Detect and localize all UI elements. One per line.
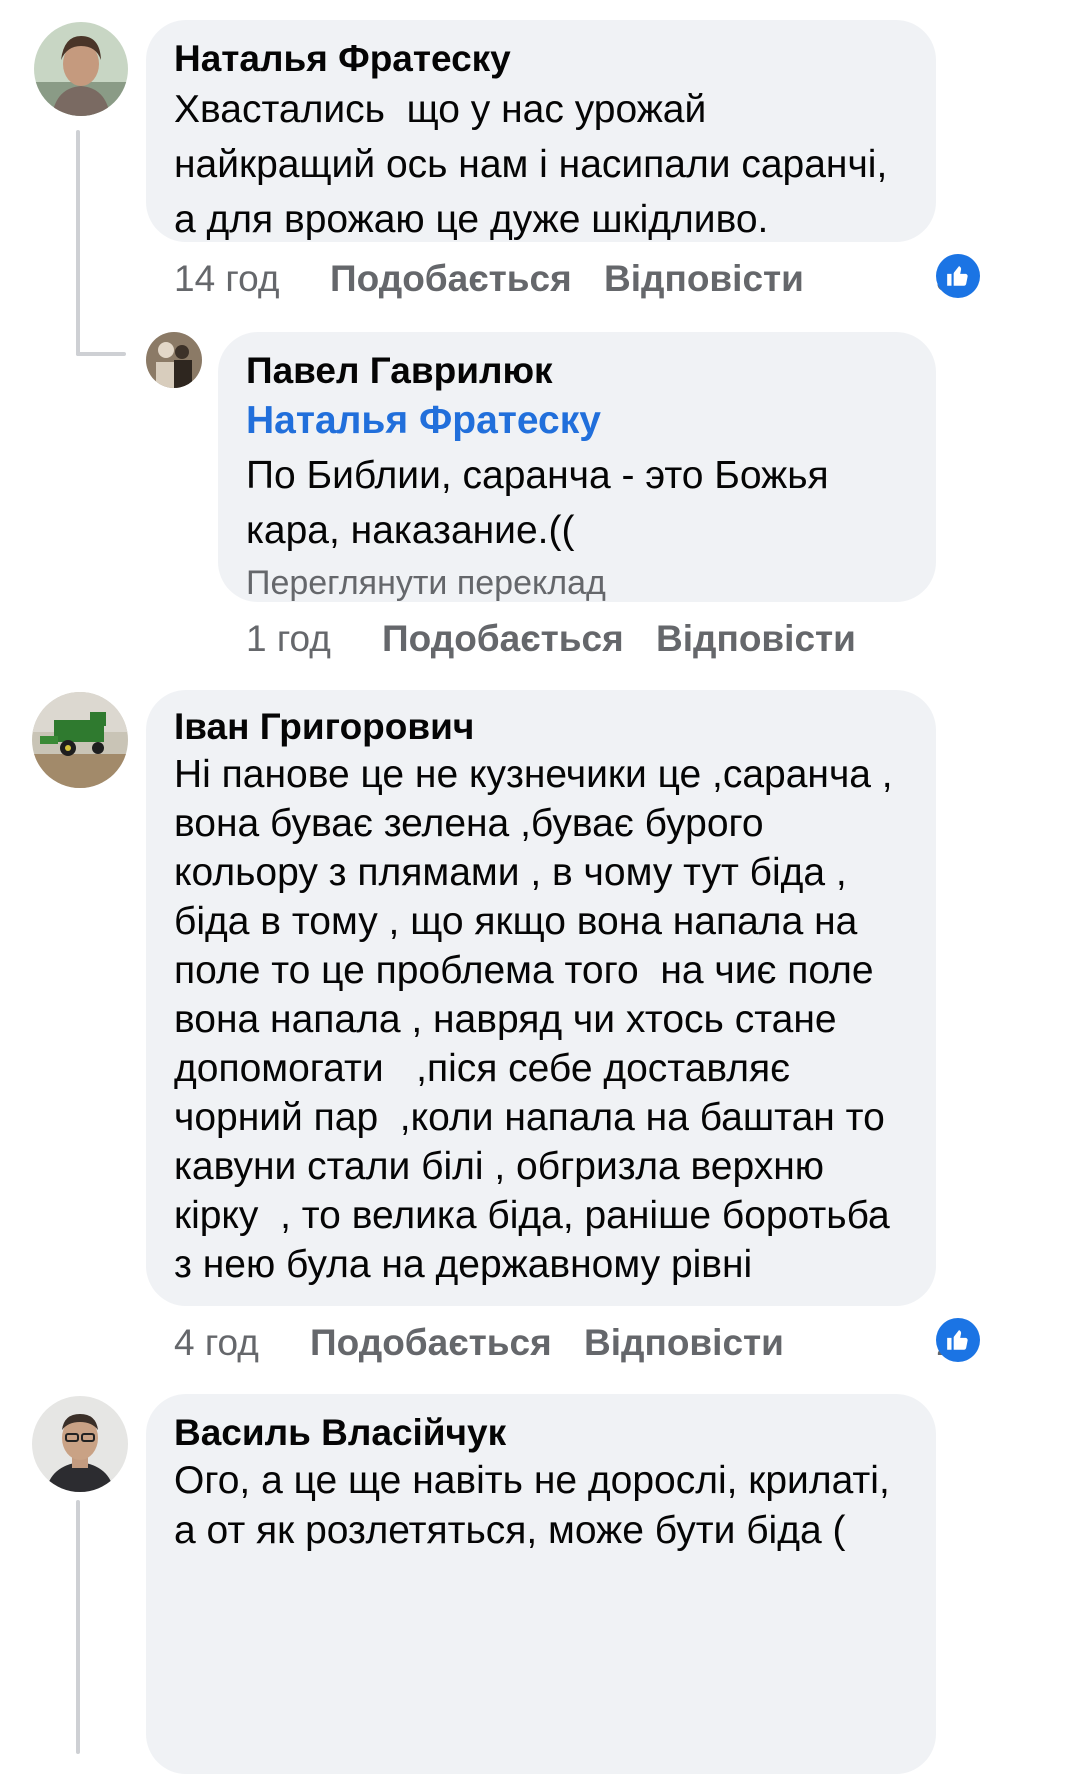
comment-text: Ого, а це ще навіть не дорослі, крилаті,… — [174, 1459, 890, 1552]
comment-bubble: Іван Григорович Ні панове це не кузнечик… — [146, 690, 936, 1306]
comment-actions: 1 год Подобається Відповісти — [246, 614, 936, 664]
man-portrait-photo — [32, 1396, 128, 1492]
reply-button[interactable]: Відповісти — [656, 614, 856, 664]
comment-bubble: Павел Гаврилюк Наталья Фратеску По Библи… — [218, 332, 936, 602]
comment-author[interactable]: Наталья Фратеску — [174, 36, 908, 82]
comment-text: Хвастались що у нас урожай найкращий ось… — [174, 88, 888, 241]
comment-actions: 14 год Подобається Відповісти 33 — [174, 254, 980, 304]
like-button[interactable]: Подобається — [382, 614, 624, 664]
like-button[interactable]: Подобається — [330, 254, 572, 304]
comment-bubble: Василь Власійчук Ого, а це ще навіть не … — [146, 1394, 936, 1774]
see-translation-link[interactable]: Переглянути переклад — [246, 558, 908, 608]
comment-bubble: Наталья Фратеску Хвастались що у нас уро… — [146, 20, 936, 242]
woman-portrait-photo — [34, 22, 128, 116]
reply-button[interactable]: Відповісти — [584, 1318, 784, 1368]
avatar[interactable] — [32, 692, 128, 788]
reply-button[interactable]: Відповісти — [604, 254, 804, 304]
combine-harvester-photo — [32, 692, 128, 788]
comment-author[interactable]: Василь Власійчук — [174, 1410, 908, 1456]
comment-time[interactable]: 1 год — [246, 614, 331, 664]
avatar[interactable] — [146, 332, 202, 388]
vintage-family-photo — [146, 332, 202, 388]
comment-author[interactable]: Павел Гаврилюк — [246, 348, 908, 394]
like-button[interactable]: Подобається — [310, 1318, 552, 1368]
comment-text: Ні панове це не кузнечики це ,саранча , … — [174, 753, 893, 1286]
avatar[interactable] — [32, 1396, 128, 1492]
comment-time[interactable]: 14 год — [174, 254, 279, 304]
reply-comment: Павел Гаврилюк Наталья Фратеску По Библи… — [0, 330, 1080, 690]
thumbs-up-icon — [936, 254, 980, 298]
avatar[interactable] — [34, 22, 128, 116]
comment-time[interactable]: 4 год — [174, 1318, 259, 1368]
comment-author[interactable]: Іван Григорович — [174, 704, 908, 750]
comment: Наталья Фратеску Хвастались що у нас уро… — [0, 0, 1080, 330]
comment-actions: 4 год Подобається Відповісти 23 — [174, 1318, 980, 1368]
thumbs-up-icon — [936, 1318, 980, 1362]
mention-link[interactable]: Наталья Фратеску — [246, 394, 908, 448]
comment: Василь Власійчук Ого, а це ще навіть не … — [0, 1390, 1080, 1774]
comment: Іван Григорович Ні панове це не кузнечик… — [0, 690, 1080, 1390]
comment-text: По Библии, саранча - это Божья кара, нак… — [246, 454, 829, 552]
